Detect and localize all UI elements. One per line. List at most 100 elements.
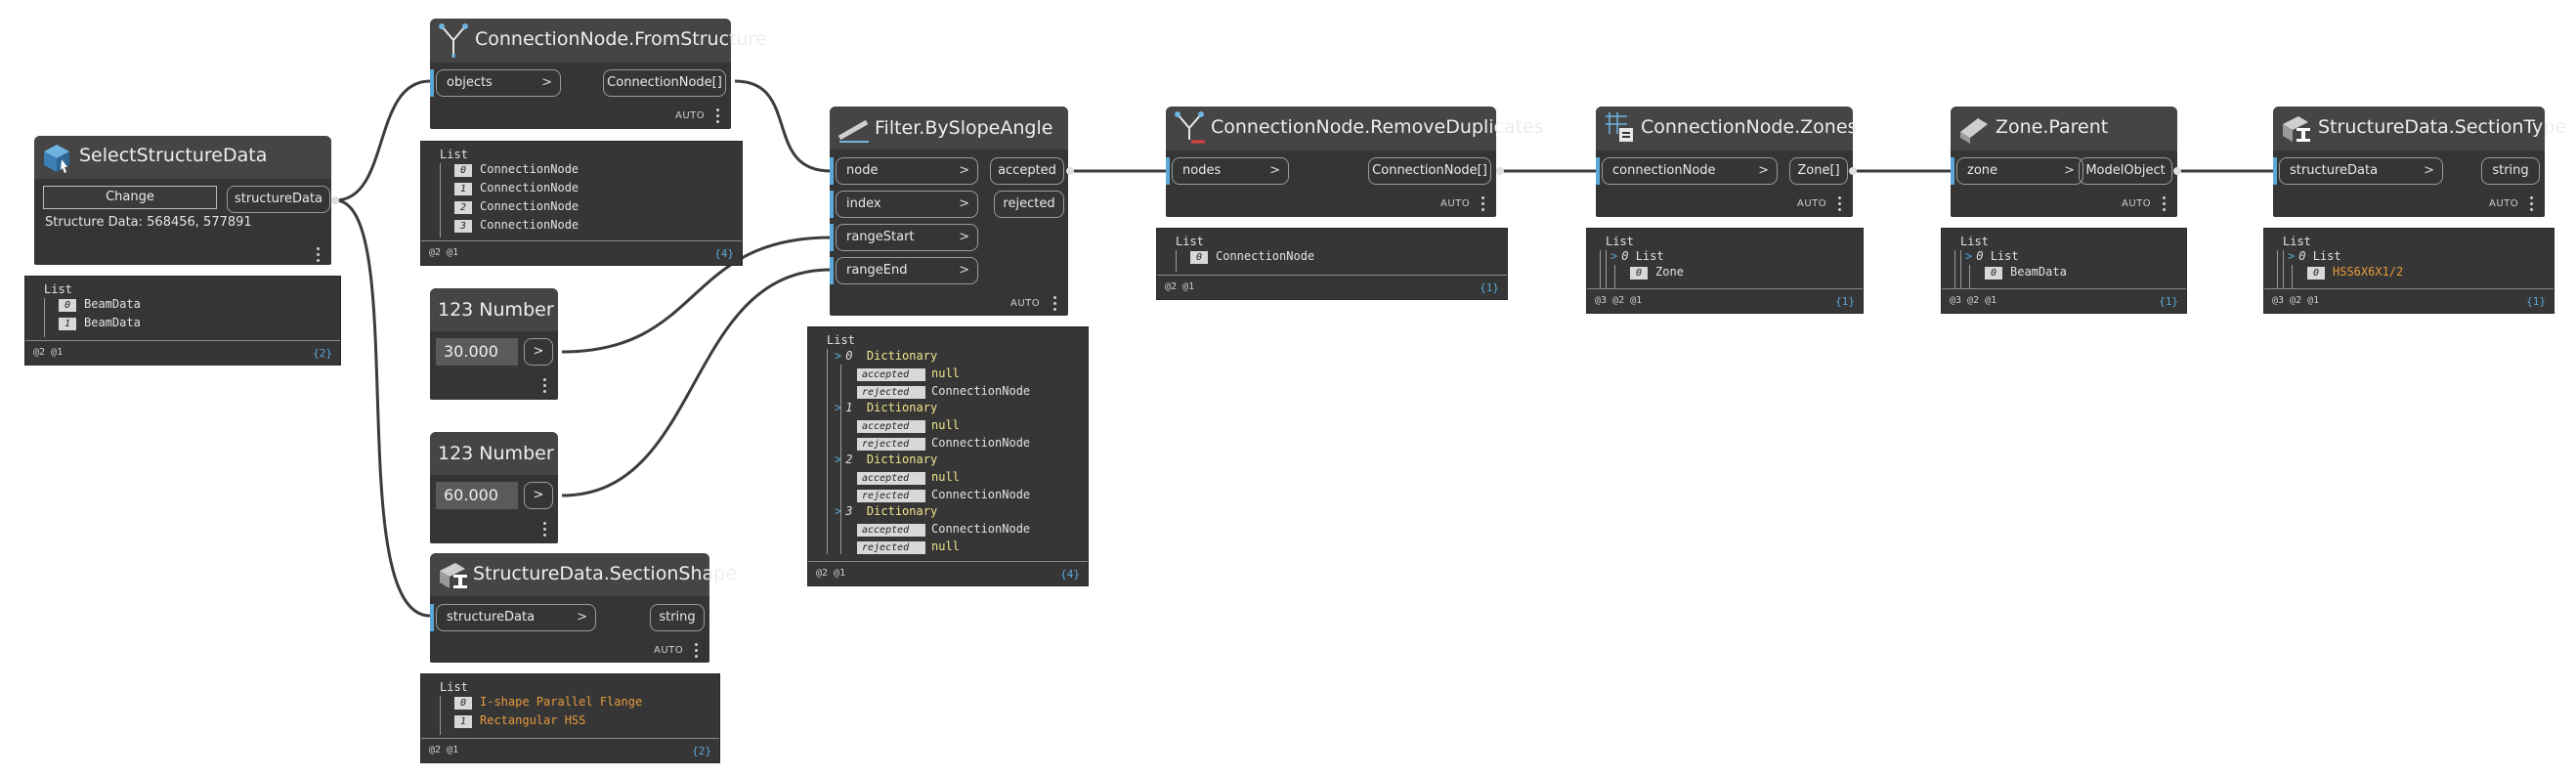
output-connector[interactable] <box>331 196 339 204</box>
output-port-connectionnode-list[interactable]: ConnectionNode[] <box>1368 157 1491 185</box>
output-connector[interactable] <box>1066 167 1074 175</box>
node-title: StructureData.SectionType <box>2318 116 2567 138</box>
level-indicator: @2 @1 <box>816 568 846 579</box>
item-count: {4} <box>1060 568 1080 581</box>
zones-icon <box>1604 110 1637 150</box>
node-menu-icon[interactable] <box>543 522 546 539</box>
item-count: {1} <box>2159 295 2178 308</box>
output-connector[interactable] <box>1496 167 1504 175</box>
output-port-connectionnode-list[interactable]: ConnectionNode[] <box>603 69 726 97</box>
node-connectionnode-fromstructure[interactable]: ConnectionNode.FromStructure objects > Co… <box>430 19 767 129</box>
remove-duplicates-icon <box>1174 110 1207 150</box>
node-title: Filter.BySlopeAngle <box>875 117 1053 139</box>
output-port-string[interactable]: string <box>2481 157 2540 185</box>
input-port-rangeend[interactable]: rangeEnd > <box>836 257 978 284</box>
dictionary-item: >2 Dictionary <box>835 453 938 466</box>
node-menu-icon[interactable] <box>2163 196 2166 214</box>
input-port-objects[interactable]: objects > <box>436 69 561 97</box>
preview-filter: List >0 Dictionary accepted null rejected… <box>807 326 1089 586</box>
section-shape-icon <box>436 557 471 596</box>
structure-select-icon <box>40 140 73 179</box>
level-indicator: @2 @1 <box>1165 281 1195 292</box>
dictionary-item: >3 Dictionary <box>835 504 938 518</box>
wire-number2-to-rangeend[interactable] <box>561 268 832 497</box>
input-port-node[interactable]: node > <box>836 157 978 185</box>
change-button[interactable]: Change <box>43 186 217 209</box>
list-item: 1 ConnectionNode <box>454 181 579 195</box>
dict-row: rejected ConnectionNode <box>857 436 1030 451</box>
output-connector[interactable] <box>2173 167 2181 175</box>
list-item: 3 ConnectionNode <box>454 218 579 233</box>
output-port-modelobject[interactable]: ModelObject <box>2079 157 2172 185</box>
output-port-rejected[interactable]: rejected <box>994 191 1064 218</box>
sublist-label: >0 List <box>1610 249 1664 263</box>
input-port-index[interactable]: index > <box>836 191 978 218</box>
level-indicator: @2 @1 <box>33 347 64 358</box>
node-select-structure-data[interactable]: SelectStructureData Change structureData… <box>34 136 331 265</box>
output-connector[interactable] <box>1849 167 1857 175</box>
output-port-accepted[interactable]: accepted <box>990 157 1064 185</box>
node-menu-icon[interactable] <box>1481 196 1484 214</box>
number-input[interactable]: 30.000 <box>436 338 518 366</box>
node-connectionnode-zones[interactable]: ConnectionNode.Zones connectionNode > Zon… <box>1596 107 1857 217</box>
preview-section-shape: List 0 I-shape Parallel Flange 1 Rectangul… <box>420 673 720 763</box>
list-item: 0 Zone <box>1630 265 1684 280</box>
node-title: 123 Number <box>438 299 554 321</box>
list-label: List <box>1176 235 1204 248</box>
item-count: {2} <box>692 745 711 757</box>
dict-row: accepted null <box>857 418 960 433</box>
dict-row: rejected null <box>857 539 960 554</box>
input-port-structuredata[interactable]: structureData > <box>2279 157 2443 185</box>
list-item: 2 ConnectionNode <box>454 199 579 214</box>
input-port-nodes[interactable]: nodes > <box>1172 157 1289 185</box>
node-filter-byslopeangle[interactable]: Filter.BySlopeAngle node > index > rangeSt… <box>830 107 1068 316</box>
node-title: ConnectionNode.RemoveDuplicates <box>1211 116 1544 138</box>
node-menu-icon[interactable] <box>1838 196 1841 214</box>
output-port-number[interactable]: > <box>524 482 553 509</box>
node-menu-icon[interactable] <box>317 247 320 265</box>
wire-fromstructure-to-filter[interactable] <box>734 79 832 173</box>
level-indicator: @3 @2 @1 <box>1595 295 1643 306</box>
preview-section-type: List >0 List 0 HSS6X6X1/2 @3 @2 @1 {1} <box>2263 228 2555 314</box>
node-menu-icon[interactable] <box>2530 196 2533 214</box>
list-label: List <box>44 282 72 296</box>
fork-icon <box>438 22 469 62</box>
input-port-structuredata[interactable]: structureData > <box>436 604 596 631</box>
dict-row: rejected ConnectionNode <box>857 384 1030 399</box>
dict-row: accepted null <box>857 470 960 485</box>
node-structuredata-sectionshape[interactable]: StructureData.SectionShape structureData… <box>430 553 737 663</box>
input-port-connectionnode[interactable]: connectionNode > <box>1602 157 1778 185</box>
node-title: ConnectionNode.FromStructure <box>475 28 767 50</box>
dictionary-item: >0 Dictionary <box>835 349 938 363</box>
list-label: List <box>1960 235 1989 248</box>
output-port-zone-list[interactable]: Zone[] <box>1789 157 1848 185</box>
list-label: List <box>2283 235 2311 248</box>
item-count: {2} <box>313 347 332 360</box>
list-label: List <box>440 680 468 694</box>
list-item: 1 Rectangular HSS <box>454 713 585 728</box>
wire-select-to-sectionshape[interactable] <box>334 198 431 618</box>
node-connectionnode-removeduplicates[interactable]: ConnectionNode.RemoveDuplicates nodes > C… <box>1166 107 1544 217</box>
item-count: {1} <box>1835 295 1855 308</box>
dictionary-item: >1 Dictionary <box>835 401 938 414</box>
input-port-zone[interactable]: zone > <box>1956 157 2083 185</box>
input-port-rangestart[interactable]: rangeStart > <box>836 224 978 251</box>
output-port-string[interactable]: string <box>650 604 705 631</box>
node-menu-icon[interactable] <box>695 643 698 661</box>
dict-row: rejected ConnectionNode <box>857 488 1030 502</box>
wire-select-to-fromstructure[interactable] <box>334 79 431 202</box>
node-title: StructureData.SectionShape <box>473 563 737 584</box>
node-number-1[interactable]: 123 Number 30.000 > <box>430 288 558 400</box>
number-input[interactable]: 60.000 <box>436 482 518 509</box>
item-count: {1} <box>1480 281 1499 294</box>
node-number-2[interactable]: 123 Number 60.000 > <box>430 432 558 543</box>
node-title: SelectStructureData <box>79 145 268 166</box>
node-zone-parent[interactable]: Zone.Parent zone > ModelObject AUTO <box>1951 107 2177 217</box>
node-structuredata-sectiontype[interactable]: StructureData.SectionType structureData >… <box>2273 107 2566 217</box>
node-menu-icon[interactable] <box>716 108 719 126</box>
output-port-structuredata[interactable]: structureData <box>227 186 330 213</box>
output-port-number[interactable]: > <box>524 338 553 366</box>
node-menu-icon[interactable] <box>1053 296 1056 314</box>
level-indicator: @3 @2 @1 <box>1950 295 1997 306</box>
node-menu-icon[interactable] <box>543 378 546 396</box>
